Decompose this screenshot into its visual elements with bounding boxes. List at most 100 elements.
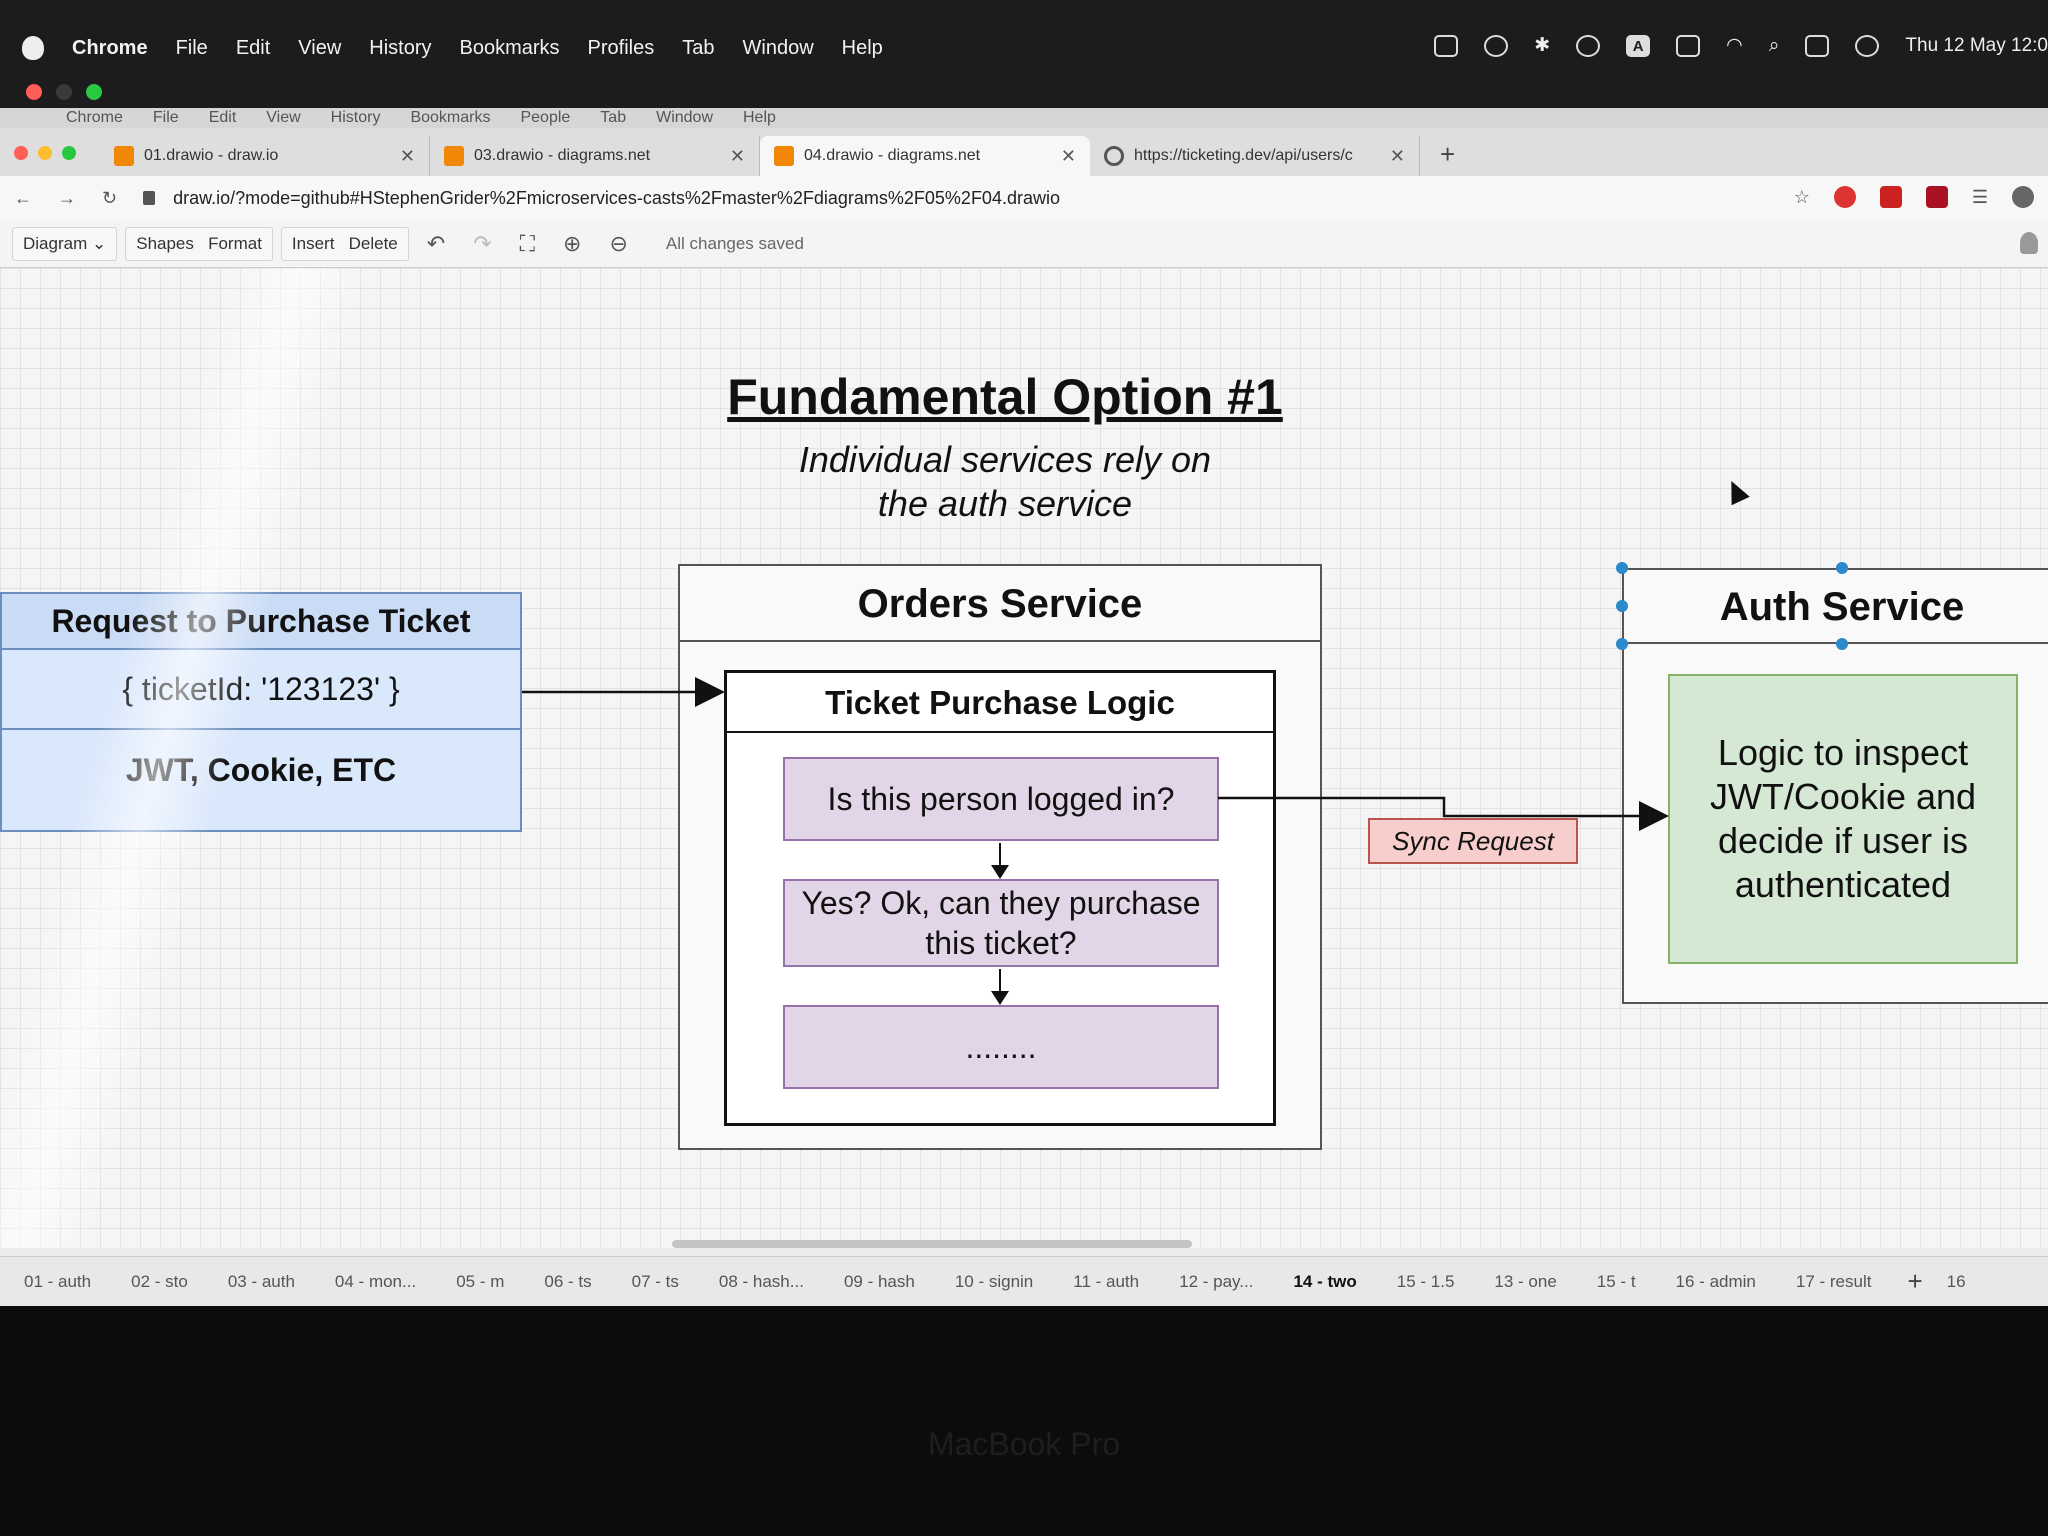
- close-tab-icon[interactable]: ✕: [1061, 146, 1076, 167]
- page-tab[interactable]: 03 - auth: [214, 1272, 309, 1292]
- page-tab[interactable]: 07 - ts: [618, 1272, 693, 1292]
- input-source-icon[interactable]: A: [1626, 34, 1651, 57]
- tab-04-drawio[interactable]: 04.drawio - diagrams.net ✕: [760, 136, 1090, 176]
- url-field[interactable]: draw.io/?mode=github#HStephenGrider%2Fmi…: [173, 188, 1060, 209]
- adblock-extension-icon[interactable]: [1833, 186, 1856, 208]
- tab-title: 03.drawio - diagrams.net: [474, 147, 651, 164]
- background-menubar: Chrome File Edit View History Bookmarks …: [0, 108, 2048, 128]
- close-tab-icon[interactable]: ✕: [400, 146, 415, 167]
- page-tab[interactable]: 11 - auth: [1059, 1272, 1153, 1292]
- page-tab-active[interactable]: 14 - two: [1279, 1272, 1370, 1292]
- back-icon[interactable]: ←: [14, 188, 32, 209]
- zoom-in-icon[interactable]: ⊕: [553, 231, 591, 257]
- close-tab-icon[interactable]: ✕: [1390, 146, 1405, 167]
- diagram-menu-button[interactable]: Diagram ⌄: [12, 226, 118, 261]
- page-tab[interactable]: 02 - sto: [117, 1272, 202, 1292]
- wifi-icon[interactable]: ◠: [1726, 34, 1743, 57]
- control-center-icon[interactable]: [1805, 34, 1830, 57]
- undo-icon[interactable]: ↶: [417, 231, 455, 257]
- menu-window[interactable]: Window: [743, 37, 814, 60]
- drawio-toolbar: Diagram ⌄ Shapes Format Insert Delete ↶ …: [0, 220, 2048, 268]
- menu-file[interactable]: File: [176, 37, 208, 60]
- page-tab[interactable]: 08 - hash...: [705, 1272, 818, 1292]
- minimize-window-icon[interactable]: [56, 84, 72, 100]
- menu-profiles[interactable]: Profiles: [588, 37, 655, 60]
- menu-history[interactable]: History: [369, 37, 431, 60]
- zoom-window-icon[interactable]: [86, 84, 102, 100]
- forward-icon[interactable]: →: [58, 188, 76, 209]
- page-tab[interactable]: 15 - 1.5: [1383, 1272, 1469, 1292]
- ublock-extension-icon[interactable]: [1925, 186, 1948, 208]
- page-tab[interactable]: 01 - auth: [10, 1272, 105, 1292]
- page-tab[interactable]: 05 - m: [442, 1272, 518, 1292]
- menubar-clock[interactable]: Thu 12 May 12:0: [1905, 35, 2048, 57]
- page-tab[interactable]: 13 - one: [1480, 1272, 1570, 1292]
- delete-button[interactable]: Delete: [349, 234, 398, 253]
- browser-zoom-icon[interactable]: [62, 146, 76, 160]
- browser-window-controls: [14, 146, 76, 160]
- menu-app-name[interactable]: Chrome: [72, 37, 148, 60]
- browser-close-icon[interactable]: [14, 146, 28, 160]
- menu-help[interactable]: Help: [842, 37, 883, 60]
- drawio-favicon-icon: [774, 146, 794, 166]
- menubar-left: Chrome File Edit View History Bookmarks …: [22, 36, 883, 60]
- bluetooth-icon[interactable]: ✱: [1534, 34, 1550, 57]
- ghost-menu-item: View: [266, 109, 301, 126]
- chevron-down-icon: ⌄: [91, 233, 107, 253]
- page-tab[interactable]: 04 - mon...: [321, 1272, 430, 1292]
- insert-delete-group: Insert Delete: [280, 226, 409, 261]
- page-tab[interactable]: 16: [1933, 1272, 1980, 1292]
- docker-icon[interactable]: [1434, 34, 1459, 57]
- profile-avatar[interactable]: [2012, 186, 2034, 208]
- format-button[interactable]: Format: [208, 234, 262, 253]
- zoom-out-icon[interactable]: ⊖: [599, 231, 637, 257]
- insert-button[interactable]: Insert: [292, 234, 335, 253]
- canvas-scrollbar[interactable]: [672, 1240, 1192, 1248]
- ghost-menu-item: Chrome: [66, 109, 123, 126]
- drawio-favicon-icon: [444, 146, 464, 166]
- fullscreen-icon[interactable]: ⛶: [510, 231, 545, 257]
- page-tab[interactable]: 17 - result: [1782, 1272, 1886, 1292]
- bezel-brand: MacBook Pro: [927, 1426, 1121, 1462]
- redo-icon[interactable]: ↷: [463, 231, 501, 257]
- browser-minimize-icon[interactable]: [38, 146, 52, 160]
- lastpass-extension-icon[interactable]: [1879, 186, 1902, 208]
- siri-icon[interactable]: [1855, 34, 1880, 57]
- page-tab[interactable]: 06 - ts: [530, 1272, 605, 1292]
- play-icon[interactable]: [1576, 34, 1601, 57]
- menu-tab[interactable]: Tab: [682, 37, 714, 60]
- menu-bookmarks[interactable]: Bookmarks: [460, 37, 560, 60]
- apple-icon[interactable]: [22, 36, 44, 60]
- page-tab[interactable]: 15 - t: [1583, 1272, 1650, 1292]
- page-tab[interactable]: 12 - pay...: [1165, 1272, 1267, 1292]
- shapes-button[interactable]: Shapes: [136, 234, 194, 253]
- close-window-icon[interactable]: [26, 84, 42, 100]
- ghost-menu-item: Window: [656, 109, 713, 126]
- tab-01-drawio[interactable]: 01.drawio - draw.io ✕: [100, 136, 430, 176]
- close-tab-icon[interactable]: ✕: [730, 146, 745, 167]
- spotlight-icon[interactable]: ⌕: [1769, 35, 1780, 57]
- page-tabs: 01 - auth 02 - sto 03 - auth 04 - mon...…: [0, 1256, 2048, 1306]
- menu-view[interactable]: View: [298, 37, 341, 60]
- menu-edit[interactable]: Edit: [236, 37, 270, 60]
- page-tab[interactable]: 09 - hash: [830, 1272, 929, 1292]
- reading-list-icon[interactable]: ☰: [1972, 187, 1988, 208]
- tab-ticketing-api[interactable]: https://ticketing.dev/api/users/c ✕: [1090, 136, 1420, 176]
- lock-icon[interactable]: [143, 191, 156, 205]
- ghost-menu-item: Edit: [208, 109, 237, 126]
- bookmark-star-icon[interactable]: ☆: [1794, 187, 1810, 208]
- battery-icon[interactable]: [1676, 34, 1701, 57]
- tab-title: 01.drawio - draw.io: [144, 147, 279, 164]
- sync-request-arrow[interactable]: [1218, 796, 1669, 831]
- share-person-icon[interactable]: [2020, 232, 2038, 254]
- creative-cloud-icon[interactable]: [1484, 34, 1509, 57]
- globe-icon: [1104, 146, 1124, 166]
- new-tab-icon[interactable]: +: [1440, 139, 1455, 170]
- reload-icon[interactable]: ↻: [102, 188, 117, 209]
- diagram-canvas[interactable]: Fundamental Option #1 Individual service…: [0, 268, 2048, 1248]
- shapes-format-group: Shapes Format: [125, 226, 273, 261]
- page-tab[interactable]: 16 - admin: [1662, 1272, 1770, 1292]
- add-page-icon[interactable]: +: [1897, 1266, 1932, 1297]
- tab-03-drawio[interactable]: 03.drawio - diagrams.net ✕: [430, 136, 760, 176]
- page-tab[interactable]: 10 - signin: [941, 1272, 1047, 1292]
